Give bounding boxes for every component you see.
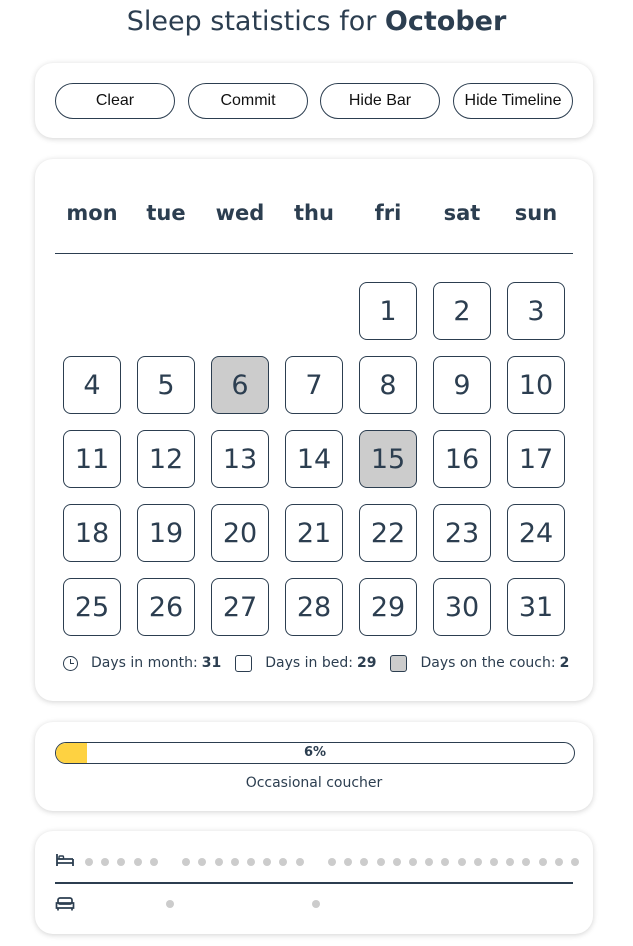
calendar-day[interactable]: 30 [433,578,491,636]
bed-day-dot [506,858,515,866]
bed-day-dot [279,858,288,866]
calendar-day[interactable]: 31 [507,578,565,636]
clear-button[interactable]: Clear [55,83,175,119]
bed-day-swatch-icon [235,654,253,672]
weekday-header: fri [374,201,402,225]
calendar-day[interactable]: 21 [285,504,343,562]
calendar-day[interactable]: 25 [63,578,121,636]
progress-card: 6% Occasional coucher [35,722,593,811]
calendar-day[interactable]: 17 [507,430,565,488]
bed-day-dot [344,858,353,866]
clock-icon [63,655,78,671]
calendar-day[interactable]: 7 [285,356,343,414]
bed-day-dot [263,858,272,866]
bed-day-dot [198,858,207,866]
bed-day-dot [409,858,417,866]
legend-days-on-couch-value: 2 [559,655,570,671]
hide-bar-button[interactable]: Hide Bar [320,83,440,119]
bed-day-dot [457,858,466,866]
calendar-day[interactable]: 11 [63,430,121,488]
calendar-day[interactable]: 16 [433,430,491,488]
calendar-day[interactable]: 15 [359,430,417,488]
progress-percent: 6% [303,745,327,760]
weekday-header: thu [294,201,334,225]
legend-days-in-month-value: 31 [201,655,222,671]
weekday-divider [55,253,573,254]
calendar-day[interactable]: 8 [359,356,417,414]
bed-day-dot [571,858,579,866]
calendar-day[interactable]: 24 [507,504,565,562]
bed-day-dot [101,858,110,866]
timeline-card [35,831,593,934]
timeline-divider [55,882,573,884]
calendar-legend: Days in month: 31 Days in bed: 29 Days o… [63,653,569,673]
bed-day-dot [392,858,401,866]
calendar-day[interactable]: 6 [211,356,269,414]
title-month: October [384,6,507,37]
calendar-day[interactable]: 5 [137,356,195,414]
calendar-day[interactable]: 2 [433,282,491,340]
weekday-header: wed [215,201,265,225]
calendar-day[interactable]: 22 [359,504,417,562]
calendar-day[interactable]: 13 [211,430,269,488]
calendar-day[interactable]: 19 [137,504,195,562]
toolbar-card: Clear Commit Hide Bar Hide Timeline [35,63,593,138]
calendar-day[interactable]: 23 [433,504,491,562]
calendar-day[interactable]: 10 [507,356,565,414]
legend-days-in-bed-value: 29 [356,655,377,671]
calendar-day[interactable]: 28 [285,578,343,636]
bed-day-dot [117,858,126,866]
commit-button[interactable]: Commit [188,83,308,119]
legend-days-on-couch-label: Days on the couch: [420,655,556,671]
bed-day-dot [182,858,191,866]
bed-day-dot [295,858,304,866]
calendar-day[interactable]: 27 [211,578,269,636]
bed-day-dot [441,858,450,866]
bed-day-dot [522,858,531,866]
calendar-day[interactable]: 9 [433,356,491,414]
weekday-header: tue [146,201,186,225]
bed-day-dot [214,858,223,866]
calendar-day[interactable]: 4 [63,356,121,414]
legend-days-in-month-label: Days in month: [91,655,198,671]
calendar-day[interactable]: 3 [507,282,565,340]
title-prefix: Sleep statistics for [126,6,385,37]
weekday-header: sat [443,201,481,225]
page-title: Sleep statistics for October [0,6,633,37]
bed-day-dot [360,858,369,866]
calendar-day[interactable]: 18 [63,504,121,562]
bed-day-dot [554,858,563,866]
couch-day-dot [166,900,174,908]
hide-timeline-button[interactable]: Hide Timeline [453,83,573,119]
calendar-card: mon tue wed thu fri sat sun Days in mont… [35,159,593,701]
calendar-day[interactable]: 12 [137,430,195,488]
couch-icon [55,897,75,911]
bed-day-dot [473,858,482,866]
legend-days-in-bed-label: Days in bed: [265,655,353,671]
bed-day-dot [230,858,239,866]
bed-day-dot [490,858,498,866]
bed-day-dot [149,858,158,866]
progress-label: Occasional coucher [245,775,383,791]
couch-day-dot [311,900,320,908]
weekday-header: mon [66,201,118,225]
calendar-day[interactable]: 29 [359,578,417,636]
bed-day-dot [247,858,255,866]
bed-day-dot [376,858,385,866]
calendar-day[interactable]: 20 [211,504,269,562]
bed-day-dot [538,858,547,866]
couch-progress-bar: 6% [55,742,575,764]
calendar-day[interactable]: 14 [285,430,343,488]
bed-day-dot [425,858,434,866]
bed-icon [56,854,74,866]
bed-day-dot [328,858,336,866]
couch-day-swatch-icon [390,654,408,672]
bed-day-dot [133,858,142,866]
weekday-header: sun [514,201,558,225]
bed-day-dot [85,858,93,866]
calendar-day[interactable]: 1 [359,282,417,340]
calendar-day[interactable]: 26 [137,578,195,636]
